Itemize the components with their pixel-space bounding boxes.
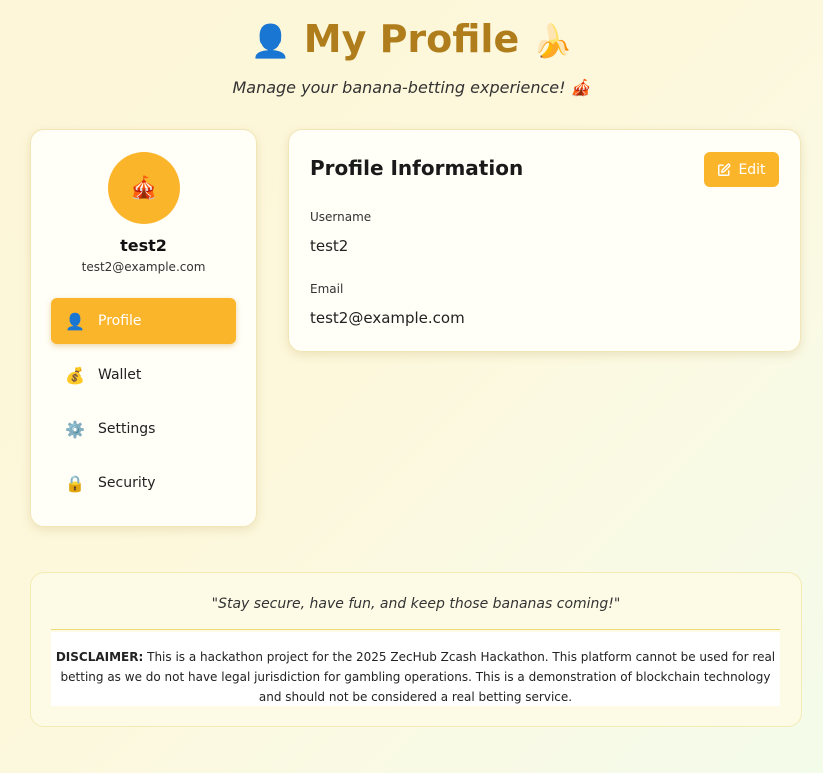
gear-icon: ⚙️ xyxy=(65,419,85,439)
username-value: test2 xyxy=(310,237,349,255)
divider xyxy=(51,629,780,630)
user-icon: 👤 xyxy=(250,22,291,60)
banana-icon: 🍌 xyxy=(532,22,573,60)
sidebar-item-label: Wallet xyxy=(98,367,142,383)
username-label: Username xyxy=(310,210,372,224)
avatar: 🎪 xyxy=(108,152,180,224)
edit-button-label: Edit xyxy=(738,161,766,178)
money-bag-icon: 💰 xyxy=(65,365,85,385)
disclaimer: DISCLAIMER: This is a hackathon project … xyxy=(51,632,780,706)
card-title: Profile Information xyxy=(310,156,524,180)
profile-information-card: Profile Information Edit Username test2 … xyxy=(288,129,801,352)
disclaimer-text: This is a hackathon project for the 2025… xyxy=(60,650,776,704)
page-title-text: My Profile xyxy=(303,17,520,61)
sidebar-item-settings[interactable]: ⚙️ Settings xyxy=(51,406,236,452)
email-value: test2@example.com xyxy=(310,309,465,327)
sidebar-username: test2 xyxy=(120,236,167,255)
edit-icon xyxy=(718,163,731,176)
sidebar-email: test2@example.com xyxy=(81,260,206,274)
sidebar-nav: 👤 Profile 💰 Wallet ⚙️ Settings 🔒 Securit… xyxy=(51,298,236,514)
email-label: Email xyxy=(310,282,344,296)
footer-quote: "Stay secure, have fun, and keep those b… xyxy=(211,596,621,612)
user-icon: 👤 xyxy=(65,311,85,331)
page-subtitle: Manage your banana-betting experience! 🎪 xyxy=(232,78,591,97)
sidebar-item-profile[interactable]: 👤 Profile xyxy=(51,298,236,344)
sidebar-item-label: Profile xyxy=(98,313,142,329)
lock-icon: 🔒 xyxy=(65,473,85,493)
footer-box: "Stay secure, have fun, and keep those b… xyxy=(30,572,802,727)
circus-tent-icon: 🎪 xyxy=(130,175,158,201)
sidebar-item-wallet[interactable]: 💰 Wallet xyxy=(51,352,236,398)
sidebar-item-label: Security xyxy=(98,475,156,491)
edit-button[interactable]: Edit xyxy=(704,152,779,187)
page-title: 👤 My Profile 🍌 xyxy=(0,14,823,66)
sidebar-item-label: Settings xyxy=(98,421,156,437)
disclaimer-label: DISCLAIMER: xyxy=(55,650,144,664)
sidebar-item-security[interactable]: 🔒 Security xyxy=(51,460,236,506)
profile-sidebar: 🎪 test2 test2@example.com 👤 Profile 💰 Wa… xyxy=(30,129,257,527)
